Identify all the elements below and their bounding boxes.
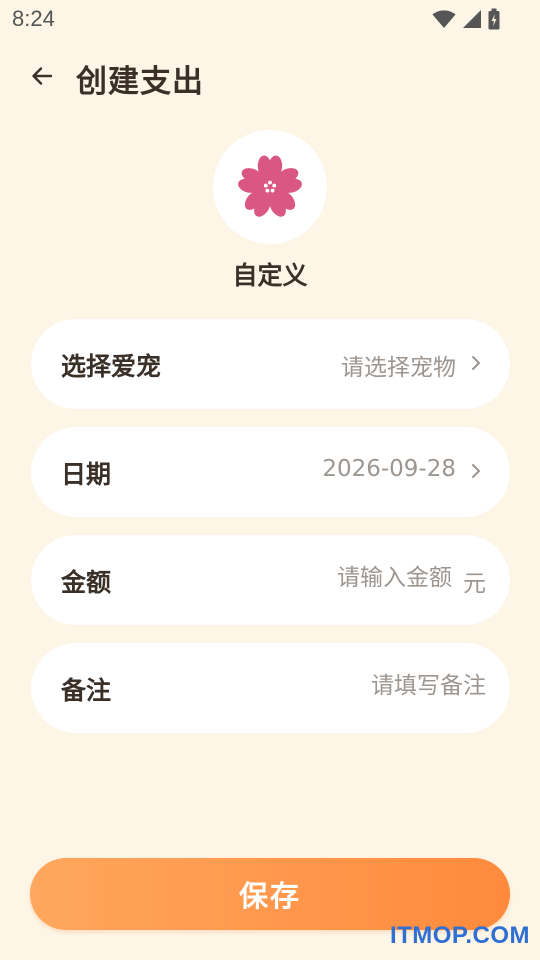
cellular-signal-icon xyxy=(463,10,481,28)
status-icons xyxy=(432,8,500,30)
pet-select-row[interactable]: 选择爱宠 请选择宠物 xyxy=(31,319,510,409)
arrow-left-icon xyxy=(32,67,53,85)
sakura-flower-icon xyxy=(238,155,302,217)
note-input[interactable] xyxy=(226,667,486,705)
note-label: 备注 xyxy=(61,676,112,705)
amount-label: 金额 xyxy=(61,568,112,597)
battery-charging-icon xyxy=(488,8,500,30)
amount-row: 金额 元 xyxy=(31,535,510,625)
wifi-icon xyxy=(432,10,456,28)
category-name: 自定义 xyxy=(232,261,308,290)
date-select-row[interactable]: 日期 2026-09-28 xyxy=(31,427,510,517)
status-bar: 8:24 xyxy=(0,0,540,38)
watermark: ITMOP.COM xyxy=(389,922,530,949)
date-label: 日期 xyxy=(61,460,112,489)
page-title: 创建支出 xyxy=(76,64,204,100)
category-avatar[interactable] xyxy=(213,130,327,244)
back-button[interactable] xyxy=(24,58,60,94)
save-button[interactable]: 保存 xyxy=(30,858,510,930)
amount-input[interactable] xyxy=(232,559,452,597)
note-row: 备注 xyxy=(31,643,510,733)
amount-unit: 元 xyxy=(463,571,486,597)
header: 创建支出 xyxy=(0,50,540,102)
status-time: 8:24 xyxy=(12,6,55,31)
date-value: 2026-09-28 xyxy=(322,456,456,482)
chevron-right-icon xyxy=(468,460,484,482)
pet-label: 选择爱宠 xyxy=(61,352,162,381)
pet-value: 请选择宠物 xyxy=(341,355,456,381)
chevron-right-icon xyxy=(468,352,484,374)
